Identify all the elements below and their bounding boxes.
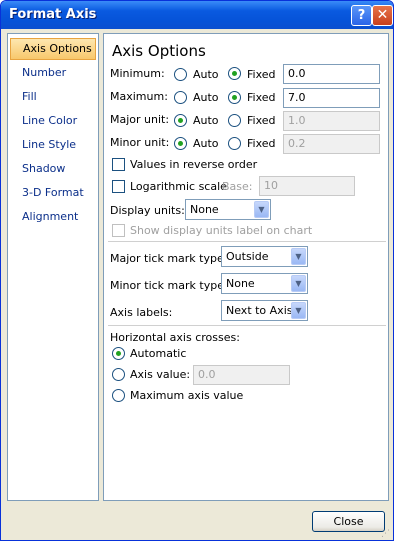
sidebar-item-line-color[interactable]: Line Color: [10, 110, 96, 132]
axis-labels-select[interactable]: Next to Axis ▼: [221, 300, 308, 321]
minimum-value-field[interactable]: 0.0: [283, 64, 380, 84]
axis-options-panel: Axis Options Minimum: Auto Fixed 0.0 Max…: [103, 33, 389, 501]
crosses-maximum-radio[interactable]: [112, 389, 125, 402]
divider: [108, 241, 386, 242]
crosses-automatic-radio[interactable]: [112, 347, 125, 360]
minor-unit-fixed-label[interactable]: Fixed: [247, 137, 276, 150]
reverse-order-checkbox[interactable]: [112, 158, 125, 171]
minor-unit-fixed-radio[interactable]: [228, 137, 241, 150]
maximum-fixed-radio[interactable]: [228, 91, 241, 104]
minimum-auto-label[interactable]: Auto: [193, 68, 219, 81]
sidebar-item-shadow[interactable]: Shadow: [10, 158, 96, 180]
sidebar-item-fill[interactable]: Fill: [10, 86, 96, 108]
crosses-maximum-label[interactable]: Maximum axis value: [130, 389, 243, 402]
reverse-order-label[interactable]: Values in reverse order: [130, 158, 257, 171]
minor-unit-value-field: 0.2: [283, 134, 380, 154]
major-unit-value-field: 1.0: [283, 111, 380, 131]
display-units-label: Display units:: [110, 204, 185, 217]
base-label: Base:: [222, 180, 253, 193]
major-unit-auto-label[interactable]: Auto: [193, 114, 219, 127]
panel-heading: Axis Options: [112, 42, 206, 60]
log-scale-checkbox[interactable]: [112, 180, 125, 193]
major-unit-auto-radio[interactable]: [174, 114, 187, 127]
dialog-title: Format Axis: [9, 7, 97, 22]
major-tick-value: Outside: [226, 250, 269, 263]
major-unit-fixed-label[interactable]: Fixed: [247, 114, 276, 127]
minimum-fixed-label[interactable]: Fixed: [247, 68, 276, 81]
maximum-fixed-label[interactable]: Fixed: [247, 91, 276, 104]
major-unit-label: Major unit:: [110, 113, 170, 126]
chevron-down-icon: ▼: [254, 201, 269, 218]
minor-tick-value: None: [226, 277, 255, 290]
resize-grip-icon[interactable]: ⋰: [381, 529, 391, 539]
sidebar-item-3d-format[interactable]: 3-D Format: [10, 182, 96, 204]
minor-unit-auto-radio[interactable]: [174, 137, 187, 150]
crosses-axis-value-field: 0.0: [193, 365, 290, 385]
crosses-automatic-label[interactable]: Automatic: [130, 347, 186, 360]
minimum-label: Minimum:: [110, 67, 165, 80]
crosses-heading: Horizontal axis crosses:: [110, 331, 240, 344]
maximum-label: Maximum:: [110, 90, 168, 103]
minor-tick-label: Minor tick mark type:: [110, 279, 228, 292]
major-tick-label: Major tick mark type:: [110, 252, 228, 265]
sidebar-item-alignment[interactable]: Alignment: [10, 206, 96, 228]
sidebar-item-line-style[interactable]: Line Style: [10, 134, 96, 156]
minimum-auto-radio[interactable]: [174, 68, 187, 81]
minor-tick-select[interactable]: None ▼: [221, 273, 308, 294]
chevron-down-icon: ▼: [291, 302, 306, 319]
maximum-auto-radio[interactable]: [174, 91, 187, 104]
chevron-down-icon: ▼: [291, 275, 306, 292]
log-scale-label[interactable]: Logarithmic scale: [130, 180, 227, 193]
help-button[interactable]: ?: [351, 5, 372, 26]
major-tick-select[interactable]: Outside ▼: [221, 246, 308, 267]
chevron-down-icon: ▼: [291, 248, 306, 265]
base-value-field: 10: [259, 176, 355, 196]
show-units-label-checkbox: [112, 224, 125, 237]
sidebar-item-axis-options[interactable]: Axis Options: [10, 38, 96, 60]
maximum-auto-label[interactable]: Auto: [193, 91, 219, 104]
display-units-select[interactable]: None ▼: [185, 199, 271, 220]
axis-labels-value: Next to Axis: [226, 304, 293, 317]
crosses-axis-value-label[interactable]: Axis value:: [130, 368, 190, 381]
show-units-label-text: Show display units label on chart: [130, 224, 313, 237]
format-axis-dialog: Format Axis ? ✕ Axis Options Number Fill…: [0, 0, 394, 541]
sidebar-item-number[interactable]: Number: [10, 62, 96, 84]
minor-unit-auto-label[interactable]: Auto: [193, 137, 219, 150]
display-units-value: None: [190, 203, 219, 216]
close-window-button[interactable]: ✕: [372, 5, 393, 26]
category-sidebar: Axis Options Number Fill Line Color Line…: [7, 33, 99, 501]
minimum-fixed-radio[interactable]: [228, 67, 241, 80]
close-button[interactable]: Close: [312, 511, 385, 532]
maximum-value-field[interactable]: 7.0: [283, 88, 380, 108]
crosses-axis-value-radio[interactable]: [112, 368, 125, 381]
divider: [108, 325, 386, 326]
minor-unit-label: Minor unit:: [110, 136, 170, 149]
major-unit-fixed-radio[interactable]: [228, 114, 241, 127]
axis-labels-label: Axis labels:: [110, 306, 173, 319]
title-bar[interactable]: Format Axis ? ✕: [1, 1, 393, 29]
